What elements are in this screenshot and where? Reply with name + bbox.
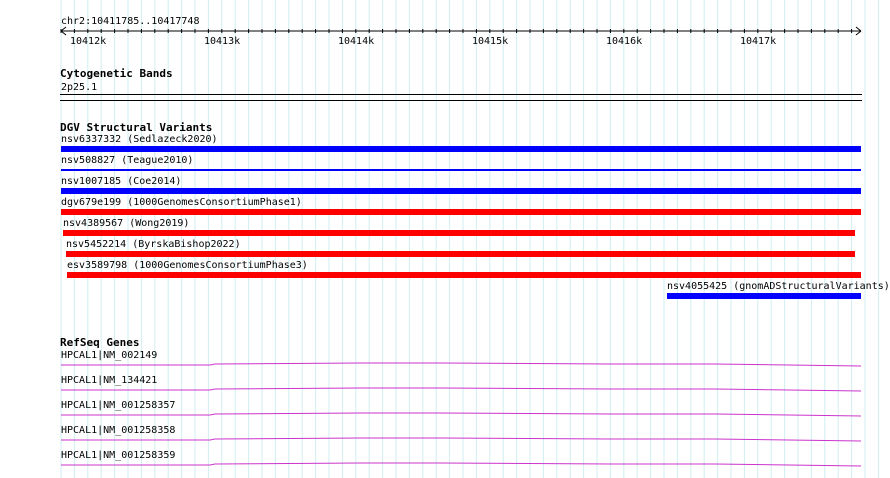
refseq-gene-label[interactable]: HPCAL1|NM_001258359 — [61, 450, 175, 461]
ruler-tick-label: 10417k — [740, 36, 777, 47]
refseq-gene-label[interactable]: HPCAL1|NM_002149 — [61, 350, 157, 361]
dgv-feature-label[interactable]: nsv1007185 (Coe2014) — [61, 176, 181, 187]
ruler-arrow — [855, 30, 862, 36]
ruler-arrow — [855, 26, 862, 32]
dgv-feature-label[interactable]: dgv679e199 (1000GenomesConsortiumPhase1) — [61, 197, 302, 208]
ruler-tick-label: 10412k — [70, 36, 107, 47]
cytoband-top-line — [60, 94, 862, 95]
dgv-feature-label[interactable]: esv3589798 (1000GenomesConsortiumPhase3) — [67, 260, 308, 271]
dgv-feature-bar[interactable] — [61, 169, 861, 171]
refseq-gene-label[interactable]: HPCAL1|NM_001258357 — [61, 400, 175, 411]
dgv-feature-bar[interactable] — [667, 293, 861, 299]
dgv-feature-label[interactable]: nsv6337332 (Sedlazeck2020) — [61, 134, 218, 145]
ruler-tick-label: 10413k — [204, 36, 241, 47]
cytoband-track-title: Cytogenetic Bands — [60, 67, 173, 80]
refseq-track-title: RefSeq Genes — [60, 336, 140, 349]
refseq-gene-line[interactable] — [61, 362, 862, 367]
dgv-track-title: DGV Structural Variants — [60, 121, 213, 134]
refseq-gene-line[interactable] — [61, 412, 862, 417]
refseq-gene-label[interactable]: HPCAL1|NM_134421 — [61, 375, 157, 386]
dgv-feature-label[interactable]: nsv508827 (Teague2010) — [61, 155, 193, 166]
ruler-tick-label: 10414k — [338, 36, 375, 47]
refseq-gene-label[interactable]: HPCAL1|NM_001258358 — [61, 425, 175, 436]
ruler-arrow — [60, 26, 67, 32]
dgv-feature-label[interactable]: nsv4389567 (Wong2019) — [63, 218, 189, 229]
refseq-gene-line[interactable] — [61, 462, 862, 467]
refseq-gene-line[interactable] — [61, 387, 862, 392]
ruler-tick-label: 10415k — [472, 36, 509, 47]
dgv-feature-bar[interactable] — [61, 146, 861, 152]
cytoband-label: 2p25.1 — [61, 82, 98, 93]
region-label: chr2:10411785..10417748 — [61, 16, 200, 27]
refseq-gene-line[interactable] — [61, 437, 862, 442]
dgv-feature-label[interactable]: nsv5452214 (ByrskaBishop2022) — [66, 239, 241, 250]
ruler-arrow — [60, 30, 67, 36]
ruler-tick-label: 10416k — [606, 36, 643, 47]
dgv-feature-bar[interactable] — [63, 230, 855, 236]
dgv-feature-bar[interactable] — [67, 272, 861, 278]
dgv-feature-bar[interactable] — [61, 209, 861, 215]
dgv-feature-bar[interactable] — [61, 188, 861, 194]
dgv-feature-bar[interactable] — [66, 251, 855, 257]
cytoband-bottom-line — [60, 100, 862, 101]
dgv-feature-label[interactable]: nsv4055425 (gnomADStructuralVariants) — [667, 281, 890, 292]
